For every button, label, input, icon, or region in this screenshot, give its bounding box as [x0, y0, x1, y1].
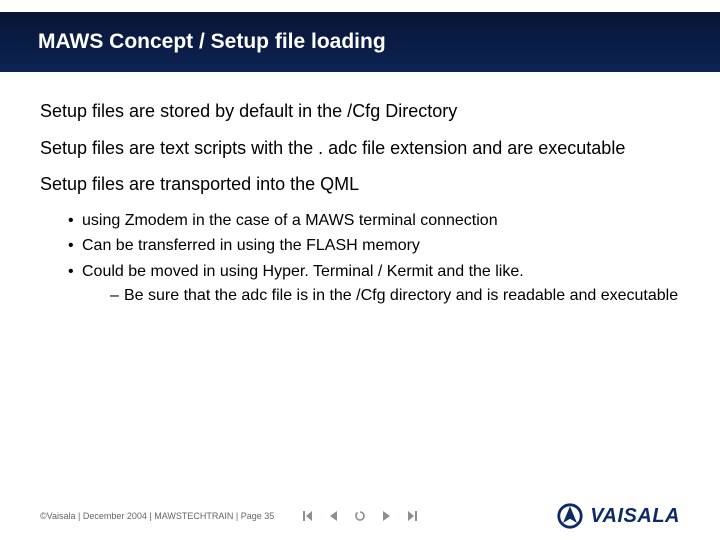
list-item: Could be moved in using Hyper. Terminal … — [68, 261, 680, 307]
list-item: Can be transferred in using the FLASH me… — [68, 235, 680, 257]
logo-text: VAISALA — [590, 505, 680, 528]
last-slide-button[interactable] — [406, 510, 418, 522]
prev-icon — [329, 511, 339, 521]
bullet-list: using Zmodem in the case of a MAWS termi… — [40, 210, 680, 308]
list-item-text: Be sure that the adc file is in the /Cfg… — [124, 287, 678, 304]
slide-title: MAWS Concept / Setup file loading — [38, 30, 386, 54]
first-icon — [303, 511, 313, 521]
list-item-text: Could be moved in using Hyper. Terminal … — [82, 263, 524, 280]
prev-slide-button[interactable] — [328, 510, 340, 522]
list-item: Be sure that the adc file is in the /Cfg… — [110, 286, 680, 307]
slide: MAWS Concept / Setup file loading Setup … — [0, 12, 720, 540]
slide-body: Setup files are stored by default in the… — [0, 72, 720, 307]
paragraph-1: Setup files are stored by default in the… — [40, 100, 680, 123]
next-icon — [381, 511, 391, 521]
footer-copyright: ©Vaisala | December 2004 | MAWSTECHTRAIN… — [40, 511, 274, 521]
refresh-button[interactable] — [354, 510, 366, 522]
list-item-text: Can be transferred in using the FLASH me… — [82, 237, 420, 254]
paragraph-3: Setup files are transported into the QML — [40, 173, 680, 196]
first-slide-button[interactable] — [302, 510, 314, 522]
sub-list: Be sure that the adc file is in the /Cfg… — [82, 286, 680, 307]
refresh-icon — [354, 510, 366, 522]
last-icon — [407, 511, 417, 521]
list-item: using Zmodem in the case of a MAWS termi… — [68, 210, 680, 232]
list-item-text: using Zmodem in the case of a MAWS termi… — [82, 212, 498, 229]
logo-mark-icon — [556, 502, 584, 530]
nav-controls — [302, 510, 418, 522]
next-slide-button[interactable] — [380, 510, 392, 522]
brand-logo: VAISALA — [556, 502, 680, 530]
title-band: MAWS Concept / Setup file loading — [0, 12, 720, 72]
paragraph-2: Setup files are text scripts with the . … — [40, 137, 680, 160]
footer: ©Vaisala | December 2004 | MAWSTECHTRAIN… — [40, 502, 680, 530]
